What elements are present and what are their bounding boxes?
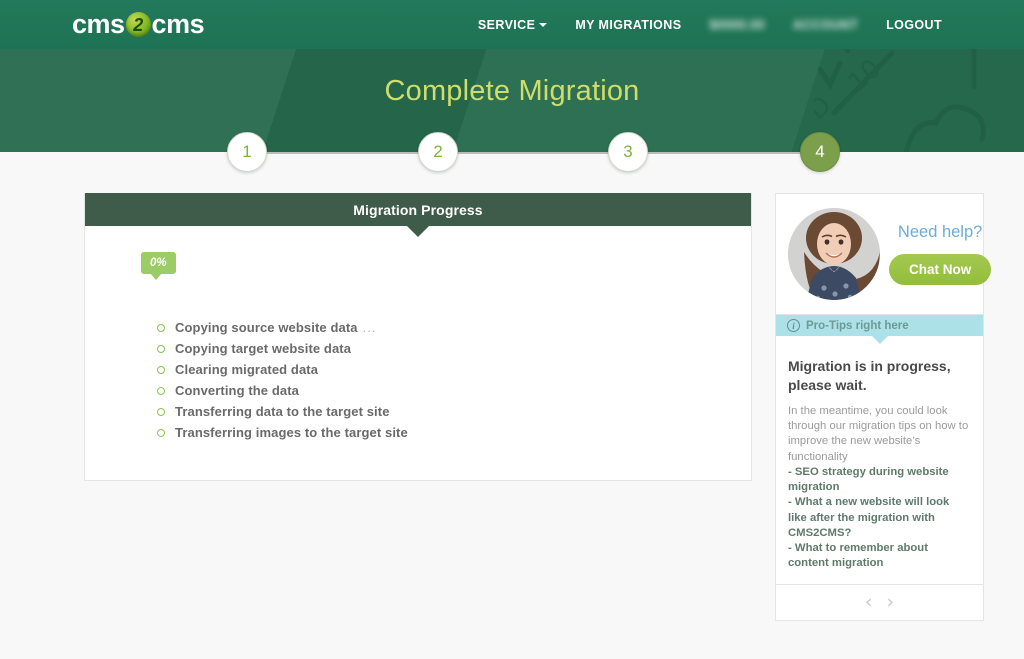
- panel-body: 0% Copying source website data ... Copyi…: [85, 226, 751, 480]
- chat-now-button[interactable]: Chat Now: [889, 254, 992, 285]
- stepper-step-3[interactable]: 3: [608, 132, 648, 172]
- task-item: Clearing migrated data: [157, 362, 751, 377]
- migration-stepper: 1 2 3 4: [0, 132, 1024, 174]
- task-label: Copying source website data: [175, 320, 358, 335]
- task-label: Converting the data: [175, 383, 299, 398]
- stepper-step-4[interactable]: 4: [800, 132, 840, 172]
- task-item: Converting the data: [157, 383, 751, 398]
- panel-header: Migration Progress: [85, 193, 751, 226]
- task-label: Clearing migrated data: [175, 362, 319, 377]
- task-item: Copying source website data ...: [157, 320, 751, 335]
- chevron-left-icon[interactable]: ‹: [865, 592, 873, 612]
- pro-tips-bar: i Pro-Tips right here: [775, 315, 984, 336]
- task-item: Copying target website data: [157, 341, 751, 356]
- main-nav: SERVICE MY MIGRATIONS $0000.00 ACCOUNT L…: [464, 18, 956, 32]
- page-content: Migration Progress 0% Copying source web…: [0, 152, 1024, 659]
- logo-text-left: cms: [72, 9, 125, 39]
- task-trailing-dots: ...: [362, 320, 377, 335]
- task-label: Copying target website data: [175, 341, 352, 356]
- migration-task-list: Copying source website data ... Copying …: [85, 320, 751, 440]
- task-item: Transferring data to the target site: [157, 404, 751, 419]
- stepper-step-1[interactable]: 1: [227, 132, 267, 172]
- task-status-circle-icon: [157, 344, 165, 353]
- nav-item-balance-redacted[interactable]: $0000.00: [695, 18, 778, 32]
- logo-text-right: cms: [151, 9, 205, 39]
- page-title: Complete Migration: [384, 75, 640, 107]
- task-status-circle-icon: [157, 386, 165, 395]
- need-help-content: Need help? Chat Now: [889, 223, 992, 285]
- info-icon: i: [787, 319, 800, 332]
- pro-tip-link[interactable]: - SEO strategy during website migration: [788, 465, 969, 496]
- pro-tips-intro: In the meantime, you could look through …: [788, 404, 969, 463]
- task-status-circle-icon: [157, 407, 165, 416]
- stepper-connector-line: [247, 152, 820, 154]
- nav-item-service[interactable]: SERVICE: [464, 18, 561, 32]
- migration-progress-panel: Migration Progress 0% Copying source web…: [84, 193, 752, 481]
- avatar: [788, 208, 880, 300]
- task-status-circle-icon: [157, 323, 165, 332]
- nav-item-logout[interactable]: LOGOUT: [872, 18, 956, 32]
- task-item: Transferring images to the target site: [157, 425, 751, 440]
- task-status-circle-icon: [157, 428, 165, 437]
- logo[interactable]: cms 2 cms: [72, 9, 205, 39]
- sidebar: Need help? Chat Now i Pro-Tips right her…: [775, 193, 992, 621]
- task-label: Transferring images to the target site: [175, 425, 408, 440]
- pro-tips-carousel-nav: ‹ ›: [775, 584, 984, 621]
- pro-tips-bar-label: Pro-Tips right here: [806, 319, 909, 332]
- stepper-step-2[interactable]: 2: [418, 132, 458, 172]
- panel-title: Migration Progress: [353, 201, 483, 218]
- pro-tips-card: Migration is in progress, please wait. I…: [775, 336, 984, 585]
- site-header: cms 2 cms SERVICE MY MIGRATIONS $0000.00…: [0, 0, 1024, 49]
- task-status-circle-icon: [157, 365, 165, 374]
- pro-tip-link[interactable]: - What a new website will look like afte…: [788, 495, 969, 541]
- logo-mark-icon: 2: [125, 12, 151, 37]
- pro-tips-title: Migration is in progress, please wait.: [788, 358, 951, 393]
- nav-item-my-migrations[interactable]: MY MIGRATIONS: [561, 18, 695, 32]
- nav-item-account-redacted[interactable]: ACCOUNT: [779, 18, 872, 32]
- chevron-right-icon[interactable]: ›: [887, 592, 895, 612]
- chevron-down-icon: [539, 22, 548, 27]
- pro-tip-link[interactable]: - What to remember about content migrati…: [788, 541, 969, 572]
- need-help-card: Need help? Chat Now: [775, 193, 992, 315]
- nav-item-service-label: SERVICE: [477, 17, 536, 32]
- need-help-heading: Need help?: [897, 223, 983, 241]
- task-label: Transferring data to the target site: [175, 404, 390, 419]
- progress-percent-badge: 0%: [141, 252, 176, 280]
